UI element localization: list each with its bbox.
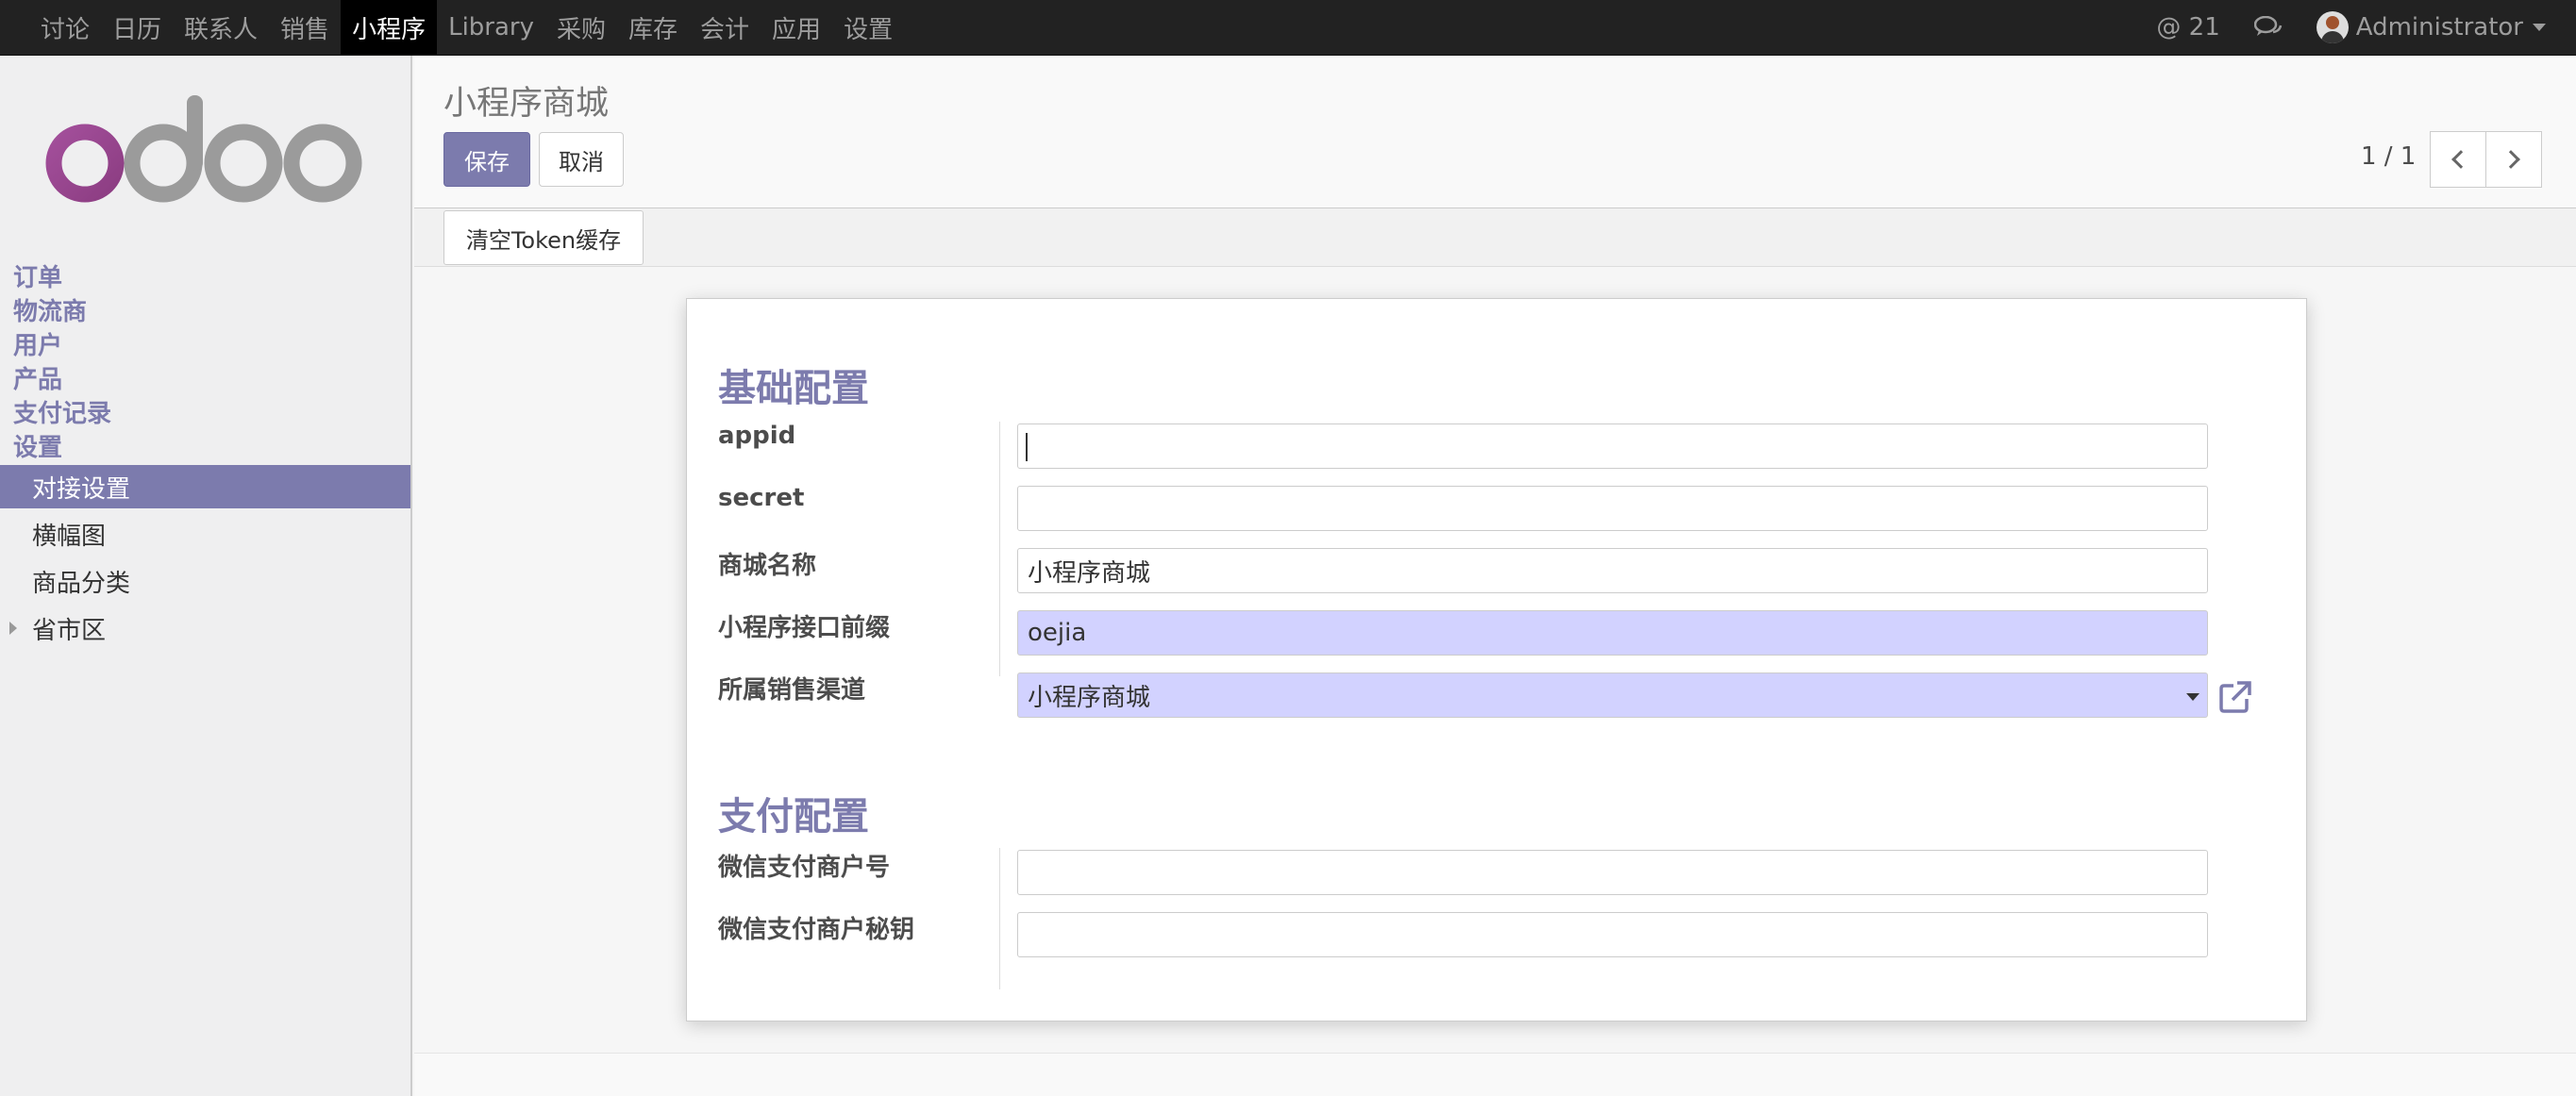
api-prefix-label: 小程序接口前缀	[718, 614, 891, 642]
mentions-counter[interactable]: @ 21	[2156, 13, 2219, 42]
odoo-logo	[45, 95, 362, 203]
sidebar-section-payments[interactable]: 支付记录	[13, 394, 111, 429]
menu-sales[interactable]: 销售	[269, 0, 341, 55]
secret-label: secret	[718, 484, 805, 512]
menu-apps[interactable]: 应用	[761, 0, 832, 55]
menu-miniprogram[interactable]: 小程序	[341, 0, 438, 55]
menu-inventory[interactable]: 库存	[617, 0, 689, 55]
form-footer-area	[414, 1053, 2576, 1096]
field-divider	[999, 848, 1000, 989]
clear-token-button[interactable]: 清空Token缓存	[443, 210, 644, 265]
systray: @ 21 Administrator	[2122, 0, 2576, 55]
menu-discuss[interactable]: 讨论	[29, 0, 101, 55]
save-button[interactable]: 保存	[443, 132, 530, 187]
field-divider	[999, 422, 1000, 676]
menu-accounting[interactable]: 会计	[689, 0, 761, 55]
user-menu[interactable]: Administrator	[2316, 11, 2546, 43]
cancel-button[interactable]: 取消	[539, 132, 624, 187]
caret-down-icon	[2533, 24, 2546, 31]
user-name: Administrator	[2355, 13, 2523, 42]
sidebar-section-settings[interactable]: 设置	[13, 428, 62, 463]
caret-right-icon	[9, 622, 17, 635]
menu-purchase[interactable]: 采购	[545, 0, 617, 55]
chevron-right-icon	[2501, 150, 2520, 169]
external-link-icon[interactable]	[2217, 679, 2253, 715]
menu-contacts[interactable]: 联系人	[173, 0, 269, 55]
breadcrumb: 小程序商城	[443, 85, 610, 123]
sidebar-item-categories[interactable]: 商品分类	[0, 559, 410, 603]
form-statusbar: 清空Token缓存	[414, 208, 2576, 267]
appid-label: appid	[718, 422, 796, 450]
sidebar-item-regions-label: 省市区	[32, 616, 107, 645]
shop-name-input[interactable]: 小程序商城	[1017, 548, 2208, 593]
sales-channel-label: 所属销售渠道	[718, 676, 866, 705]
secret-input[interactable]	[1017, 486, 2208, 531]
sales-channel-value: 小程序商城	[1028, 683, 1151, 712]
wx-mch-key-label: 微信支付商户秘钥	[718, 916, 915, 944]
appid-input[interactable]	[1017, 423, 2208, 469]
menu-library[interactable]: Library	[437, 0, 545, 55]
wx-mch-id-label: 微信支付商户号	[718, 854, 891, 882]
caret-down-icon	[2186, 693, 2200, 701]
api-prefix-input[interactable]: oejia	[1017, 610, 2208, 656]
shop-name-label: 商城名称	[718, 552, 817, 580]
group-title-basic: 基础配置	[718, 367, 869, 410]
sidebar: 订单 物流商 用户 产品 支付记录 设置 对接设置 横幅图 商品分类 省市区	[0, 56, 412, 1096]
chat-icon[interactable]	[2253, 16, 2283, 39]
form-sheet: 基础配置 appid secret 商城名称 小程序商城 小程序接口前缀 oej…	[686, 298, 2307, 1021]
avatar	[2316, 11, 2349, 43]
wx-mch-key-input[interactable]	[1017, 912, 2208, 957]
sales-channel-select[interactable]: 小程序商城	[1017, 673, 2208, 718]
pager-previous-button[interactable]	[2430, 131, 2486, 188]
sidebar-section-orders[interactable]: 订单	[13, 258, 62, 293]
sidebar-section-users[interactable]: 用户	[13, 326, 62, 361]
pager-next-button[interactable]	[2485, 131, 2542, 188]
sidebar-item-regions[interactable]: 省市区	[0, 606, 410, 650]
app-menu: 讨论 日历 联系人 销售 小程序 Library 采购 库存 会计 应用 设置	[0, 0, 904, 55]
top-navbar: 讨论 日历 联系人 销售 小程序 Library 采购 库存 会计 应用 设置 …	[0, 0, 2576, 56]
sidebar-item-integration-settings[interactable]: 对接设置	[0, 465, 410, 508]
control-panel: 小程序商城 保存 取消 1 / 1	[414, 56, 2576, 208]
sidebar-item-banners[interactable]: 横幅图	[0, 512, 410, 556]
wx-mch-id-input[interactable]	[1017, 850, 2208, 895]
sidebar-section-carriers[interactable]: 物流商	[13, 292, 87, 327]
menu-calendar[interactable]: 日历	[101, 0, 173, 55]
chevron-left-icon	[2451, 150, 2470, 169]
menu-settings[interactable]: 设置	[832, 0, 904, 55]
sidebar-section-products[interactable]: 产品	[13, 360, 62, 395]
group-title-payment: 支付配置	[718, 795, 869, 839]
pager-value: 1 / 1	[2361, 142, 2417, 171]
